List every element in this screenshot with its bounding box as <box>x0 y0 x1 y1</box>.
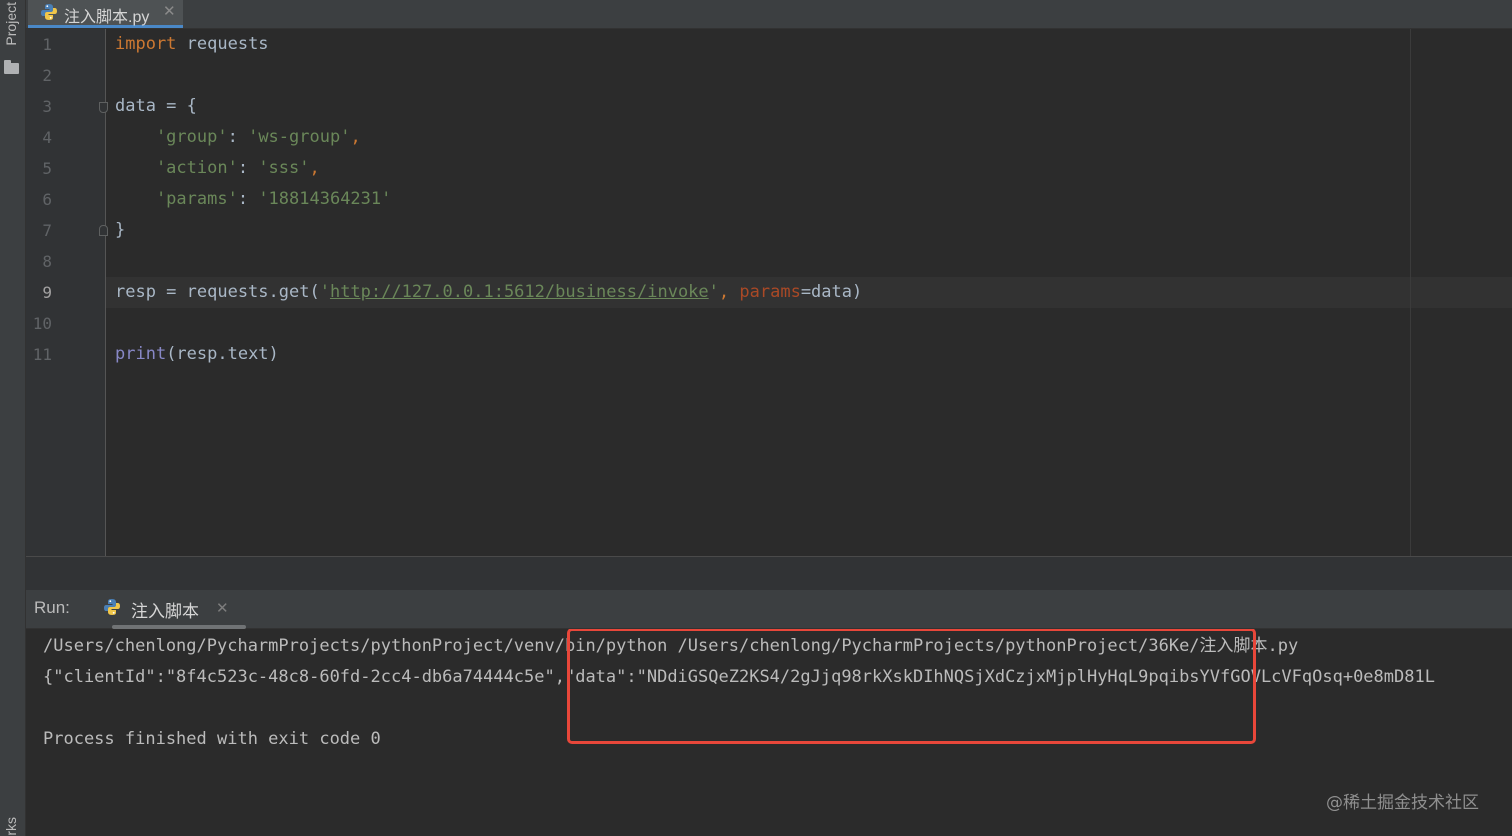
string-literal: 'sss' <box>258 158 310 178</box>
punctuation: , <box>350 127 361 147</box>
line-number: 4 <box>42 128 52 147</box>
string-literal: 'action' <box>115 158 238 178</box>
code-line-3: data = { <box>115 91 197 122</box>
close-icon[interactable]: ✕ <box>163 2 176 20</box>
code-text: : <box>237 158 259 178</box>
editor-tab-bar: 注入脚本.py ✕ <box>26 0 1512 29</box>
editor-tab-filename: 注入脚本.py <box>64 9 150 26</box>
line-number-current: 9 <box>42 283 52 302</box>
run-console-output[interactable]: /Users/chenlong/PycharmProjects/pythonPr… <box>26 629 1512 836</box>
python-run-icon <box>104 599 120 615</box>
builtin-function: print <box>115 344 167 364</box>
code-line-6: 'params': '18814364231' <box>115 184 391 215</box>
watermark-text: @稀土掘金技术社区 <box>1326 793 1479 813</box>
url-link[interactable]: http://127.0.0.1:5612/business/invoke <box>330 282 709 302</box>
code-line-9: resp = requests.get('http://127.0.0.1:56… <box>115 277 862 308</box>
named-parameter: params <box>739 282 801 302</box>
string-literal: 'ws-group' <box>248 127 351 147</box>
code-line-11: print(resp.text) <box>115 339 279 370</box>
punctuation: , <box>309 158 320 178</box>
fold-close-icon[interactable] <box>99 225 108 236</box>
code-line-7: } <box>115 215 125 246</box>
string-literal: '18814364231' <box>258 189 392 209</box>
red-highlight-annotation <box>567 629 1256 744</box>
editor-tab-file[interactable]: 注入脚本.py ✕ <box>28 0 183 28</box>
line-number: 8 <box>42 252 52 271</box>
string-literal: 'params' <box>115 189 238 209</box>
left-tool-window-bar: Project rks <box>0 0 26 836</box>
code-editor[interactable]: 1 2 3 4 5 6 7 8 9 10 11 import requests … <box>26 29 1512 556</box>
folder-icon[interactable] <box>4 60 19 74</box>
fold-open-icon[interactable] <box>99 102 108 113</box>
line-number: 5 <box>42 159 52 178</box>
run-label: Run: <box>34 598 70 617</box>
code-line-4: 'group': 'ws-group', <box>115 122 361 153</box>
line-number: 10 <box>32 314 52 333</box>
line-number: 6 <box>42 190 52 209</box>
string-literal: 'group' <box>115 127 228 147</box>
line-number-gutter: 1 2 3 4 5 6 7 8 9 10 11 <box>26 29 108 556</box>
project-tool-button[interactable]: Project <box>3 2 19 46</box>
bookmarks-tool-button[interactable]: rks <box>3 817 19 836</box>
punctuation: , <box>718 282 740 302</box>
code-text: : <box>237 189 259 209</box>
console-line: Process finished with exit code 0 <box>43 729 381 749</box>
code-text: } <box>115 220 126 240</box>
line-number: 7 <box>42 221 52 240</box>
line-number: 1 <box>42 35 52 54</box>
editor-breadcrumb-strip <box>26 556 1512 590</box>
code-line-5: 'action': 'sss', <box>115 153 320 184</box>
line-number: 3 <box>42 97 52 116</box>
code-text: resp = requests.get( <box>115 282 320 302</box>
code-line-1: import requests <box>115 29 269 60</box>
code-text: requests <box>176 34 269 54</box>
code-text: : <box>227 127 249 147</box>
run-tool-window-header: Run: 注入脚本 ✕ <box>26 590 1512 629</box>
python-file-icon <box>41 4 57 20</box>
line-number: 11 <box>32 345 52 364</box>
close-icon[interactable]: ✕ <box>216 599 229 617</box>
run-tab-label: 注入脚本 <box>131 602 199 621</box>
run-tab[interactable]: 注入脚本 ✕ <box>98 590 244 628</box>
code-text: data = { <box>115 96 197 116</box>
string-quote: ' <box>319 282 330 302</box>
line-number: 2 <box>42 66 52 85</box>
string-quote: ' <box>708 282 719 302</box>
keyword: import <box>115 34 177 54</box>
code-text: =data) <box>800 282 863 302</box>
code-text: (resp.text) <box>166 344 279 364</box>
right-margin-guide <box>1410 29 1411 556</box>
